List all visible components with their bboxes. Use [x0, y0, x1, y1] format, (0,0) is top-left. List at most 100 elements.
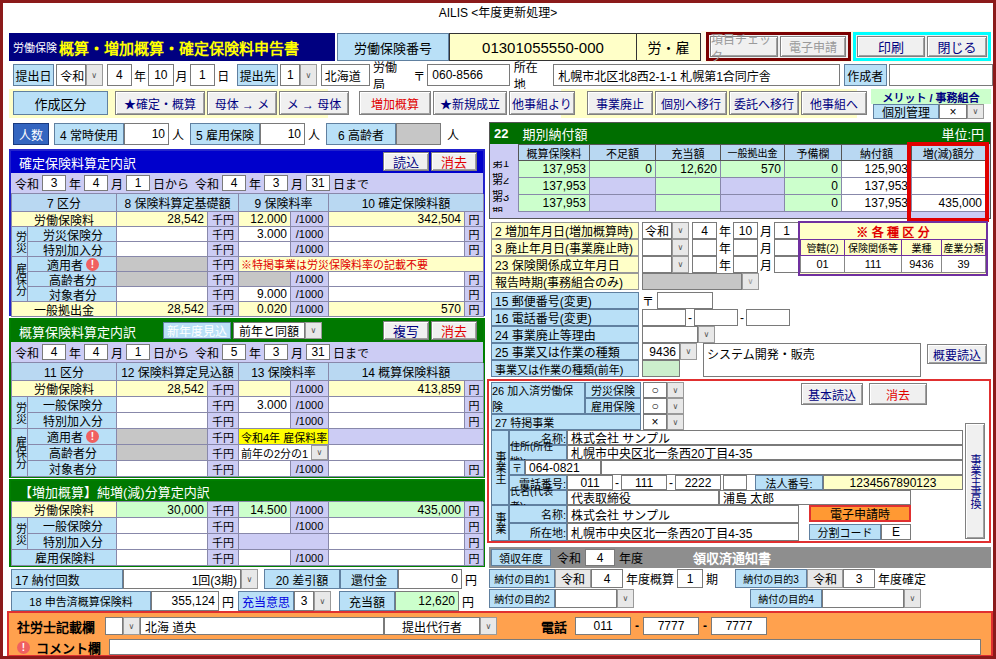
kibetsu-r3-c7[interactable]: 435,000 — [912, 195, 986, 212]
kibetsu-r2-c6[interactable]: 137,953 — [842, 178, 912, 195]
tel-ext[interactable] — [723, 475, 747, 490]
kakutei-r2-base[interactable] — [117, 227, 208, 242]
mokuteki1-year[interactable]: 4 — [591, 569, 623, 588]
kobetsu-kanri-value[interactable]: × — [939, 104, 967, 119]
sharoushi-name[interactable]: 北海 道央 — [140, 617, 384, 635]
gaisan-r2-amt[interactable] — [329, 397, 465, 413]
addr-value[interactable]: 札幌市中央区北一条西20丁目4-35 — [567, 445, 963, 460]
gaisan-clear-button[interactable]: 消去 — [431, 321, 477, 340]
submit-year-field[interactable]: 4 — [107, 64, 133, 86]
author-field[interactable] — [889, 64, 993, 86]
kibetsu-r1-c5[interactable]: 0 — [785, 161, 842, 178]
mokuteki2-arrow[interactable]: ∨ — [617, 589, 634, 608]
haishi-date-era[interactable] — [642, 239, 672, 256]
haishi-date-era-arrow[interactable]: ∨ — [672, 239, 689, 256]
kibetsu-r3-c5[interactable]: 0 — [785, 195, 842, 212]
mokuteki4-arrow[interactable]: ∨ — [904, 589, 921, 608]
sec26-clear-button[interactable]: 消去 — [869, 383, 927, 405]
kakutei-r6-amt[interactable] — [329, 287, 465, 302]
juto-gaku-value[interactable]: 12,620 — [395, 591, 459, 611]
kibetsu-r1-c7[interactable] — [912, 161, 986, 178]
kakutei-r2-rate[interactable]: 3.000 — [239, 227, 291, 242]
haishi-date-y[interactable] — [692, 239, 717, 256]
gaisan-r2-rate[interactable]: 3.000 — [239, 397, 291, 413]
nofu-kaisu-arrow[interactable]: ∨ — [241, 569, 258, 589]
hoken-no-value[interactable]: 01301055550-000 — [449, 33, 637, 61]
tel-henko-1[interactable] — [642, 309, 686, 326]
ryoshu-nendo-value[interactable]: 4 — [585, 549, 615, 566]
tokkei-value[interactable]: × — [643, 414, 667, 430]
kakutei-m2[interactable]: 3 — [264, 175, 288, 191]
kakutei-r7-rate[interactable]: 0.020 — [239, 302, 291, 317]
gaisan-r5-combo-arrow[interactable]: ∨ — [311, 445, 328, 460]
zouka-r1-amt[interactable]: 435,000 — [329, 502, 465, 518]
seiritsu-date-m[interactable] — [733, 256, 758, 273]
rep-title-value[interactable]: 代表取締役 — [567, 490, 719, 505]
kakutei-r5-amt[interactable] — [329, 272, 465, 287]
tel-henko-3[interactable] — [746, 309, 790, 326]
kibetsu-r1-c3[interactable]: 12,620 — [656, 161, 721, 178]
sharoushi-tel-3[interactable]: 7777 — [711, 617, 767, 635]
sharoushi-tel-2[interactable]: 7777 — [643, 617, 699, 635]
rousai-hoken-arrow[interactable]: ∨ — [667, 382, 684, 398]
haishi-date-d[interactable] — [774, 239, 799, 256]
zouka-r3-base[interactable] — [117, 534, 208, 550]
kibetsu-r3-c1[interactable]: 137,953 — [518, 195, 590, 212]
e-apply-button[interactable]: 電子申請 — [780, 36, 846, 57]
houjin-value[interactable]: 1234567890123 — [823, 475, 963, 490]
juto-ishi-arrow[interactable]: ∨ — [314, 591, 331, 611]
kobetsu-kanri-arrow[interactable]: ∨ — [967, 104, 984, 119]
gaisan-r5-combo[interactable]: 前年の2分の1∨ — [239, 445, 329, 461]
kibetsu-r2-c7[interactable] — [912, 178, 986, 195]
kakutei-r3-base[interactable] — [117, 242, 208, 257]
seiritsu-date-era[interactable] — [642, 256, 672, 273]
kakutei-d2[interactable]: 31 — [306, 175, 330, 191]
kakutei-r6-base[interactable] — [117, 287, 208, 302]
zouka-r4-base[interactable] — [117, 550, 208, 566]
jigyonushi-kakikae-button[interactable]: 事業主書換 — [965, 423, 985, 539]
gaisan-m1[interactable]: 4 — [84, 344, 108, 360]
kakutei-y1[interactable]: 3 — [42, 175, 66, 191]
juto-ishi-value[interactable]: 3 — [294, 591, 314, 611]
kakutei-r2-amt[interactable] — [329, 227, 465, 242]
kibetsu-r3-c3[interactable] — [656, 195, 721, 212]
kubun-zouka-button[interactable]: 増加概算 — [359, 91, 431, 115]
pref-field[interactable]: 北海道 — [321, 64, 370, 86]
rep-name-value[interactable]: 浦島 太郎 — [719, 490, 911, 505]
tel-3[interactable]: 2222 — [675, 475, 721, 490]
koyou-hoken-value[interactable]: ○ — [643, 398, 667, 414]
kubun-kakutei-button[interactable]: ★確定・概算 — [115, 91, 205, 115]
seiritsu-date-d[interactable] — [774, 256, 799, 273]
name2-value[interactable]: 株式会社 サンプル — [567, 505, 799, 523]
kibetsu-r2-c3[interactable] — [656, 178, 721, 195]
kubun-botai-button[interactable]: 母体 → メ — [207, 91, 277, 115]
rousai-hoken-value[interactable]: ○ — [643, 382, 667, 398]
sharoushi-code[interactable] — [105, 617, 123, 635]
kakutei-r7-amt[interactable]: 570 — [329, 302, 465, 317]
kakutei-m1[interactable]: 4 — [84, 175, 108, 191]
gaisan-r6-base[interactable] — [117, 461, 208, 477]
submit-era-arrow[interactable]: ∨ — [86, 64, 103, 86]
kibetsu-r1-c1[interactable]: 137,953 — [518, 161, 590, 178]
daikou-arrow[interactable]: ∨ — [480, 617, 497, 635]
item-check-button[interactable]: 項目チェック — [710, 36, 778, 57]
postal-field[interactable]: 060-8566 — [427, 64, 510, 86]
kibetsu-r1-c6[interactable]: 125,903 — [842, 161, 912, 178]
kubun-itaku-button[interactable]: 委託へ移行 — [729, 91, 799, 115]
kubun-haishi-button[interactable]: 事業廃止 — [587, 91, 653, 115]
sagyo-shurui-arrow[interactable]: ∨ — [680, 343, 697, 360]
submit-era-select[interactable]: 令和 — [56, 64, 86, 86]
sharoushi-tel-1[interactable]: 011 — [575, 617, 631, 635]
zouka-date-d[interactable]: 1 — [774, 222, 799, 239]
mokuteki2-value[interactable] — [555, 589, 617, 608]
gaisan-r6-rate[interactable] — [239, 461, 291, 477]
gaisan-r6-amt[interactable] — [329, 461, 465, 477]
gaisan-r3-rate[interactable] — [239, 413, 291, 429]
kihon-yomikomi-button[interactable]: 基本読込 — [801, 383, 863, 405]
submit-to-arrow[interactable]: ∨ — [300, 64, 317, 86]
shinkoku-zumi-value[interactable]: 355,124 — [151, 591, 219, 611]
kibetsu-r2-c5[interactable]: 0 — [785, 178, 842, 195]
kakutei-r1-amt[interactable]: 342,504 — [329, 212, 465, 227]
zouka-r1-base[interactable]: 30,000 — [117, 502, 208, 518]
kubun-shinki-button[interactable]: ★新規成立 — [433, 91, 507, 115]
